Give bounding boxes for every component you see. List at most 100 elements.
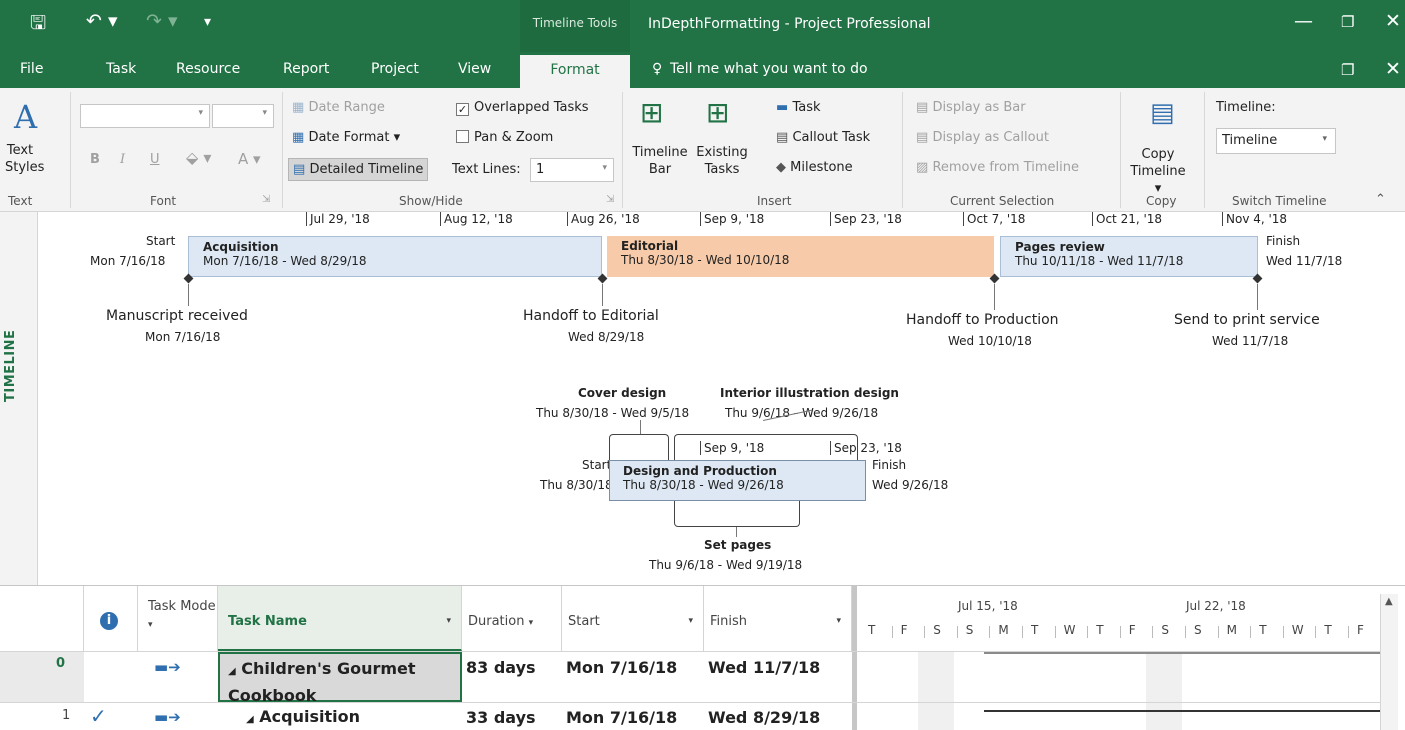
tell-me-box[interactable]: Tell me what you want to do [670,61,868,77]
existing-tasks-button[interactable]: Existing Tasks [694,144,750,178]
finish-cell[interactable]: Wed 8/29/18 [708,708,820,727]
callout-bracket-cover [609,434,669,460]
milestone-diamond-icon[interactable] [989,273,1000,284]
timeline-bar-icon[interactable]: ⊞ [640,96,663,129]
restore-window-icon[interactable]: ❐ [1341,61,1354,79]
show-hide-launcher-icon[interactable]: ⇲ [606,194,614,205]
task-name-cell-selected[interactable]: ◢ Children's Gourmet Cookbook [218,652,462,705]
insert-task-button[interactable]: ▬ Task [776,100,821,115]
gantt-day-label: S [965,623,974,637]
ribbon: A Text Styles Text ▾ ▾ B I U ⬙ ▾ A ▾ Fon… [0,88,1405,212]
tab-view[interactable]: View [458,61,491,77]
scale-tick: Oct 21, '18 [1092,212,1162,226]
callout-bracket-set-pages [674,501,800,527]
duration-header[interactable]: Duration ▾ [462,586,562,651]
title-bar: 🖫 ↶ ▾ ↷ ▾ ▾ Timeline Tools InDepthFormat… [0,0,1405,52]
callout-task-button[interactable]: ▤ Callout Task [776,130,870,145]
timeline-bar-button[interactable]: Timeline Bar [628,144,692,178]
customize-qat-icon[interactable]: ▾ [204,14,211,30]
group-label-switch-timeline: Switch Timeline [1232,194,1327,208]
pan-zoom-checkbox[interactable]: Pan & Zoom [456,130,553,145]
row-id[interactable]: 1 [62,708,70,723]
tab-project[interactable]: Project [371,61,419,77]
italic-button[interactable]: I [120,152,125,167]
gantt-day-label: W [1063,623,1076,637]
close-window-icon[interactable]: ✕ [1385,58,1401,80]
checkmark-icon: ✓ [456,103,469,116]
task-mode-header[interactable]: Task Mode ▾ [138,586,218,651]
row-header-corner[interactable] [0,586,84,651]
task-name-cell[interactable]: ◢ Acquisition [246,707,360,726]
font-launcher-icon[interactable]: ⇲ [262,194,270,205]
gantt-day-label: T [868,623,876,637]
font-size-box[interactable]: ▾ [212,104,274,128]
milestone-diamond-icon[interactable] [597,273,608,284]
scale-tick: Jul 29, '18 [306,212,370,226]
sub-start-date: Thu 8/30/18 [540,478,613,492]
display-as-callout-button[interactable]: ▤ Display as Callout [916,130,1049,145]
save-icon[interactable]: 🖫 [30,9,46,41]
timeline-pane[interactable]: TIMELINE Jul 29, '18 Aug 12, '18 Aug 26,… [0,212,1405,585]
undo-icon[interactable]: ↶ ▾ [86,10,118,32]
group-label-font: Font [150,194,177,208]
finish-cell[interactable]: Wed 11/7/18 [708,658,820,677]
copy-timeline-icon[interactable]: ▤ [1150,98,1175,128]
gantt-day-label: M [1226,623,1237,637]
gantt-week-label: Jul 22, '18 [1186,599,1246,613]
redo-icon[interactable]: ↷ ▾ [146,10,178,32]
restore-icon[interactable]: ❐ [1341,13,1354,31]
sub-finish-date: Wed 9/26/18 [872,478,949,492]
date-range-button[interactable]: ▦ Date Range [292,100,385,115]
tab-task[interactable]: Task [106,61,136,77]
text-styles-button[interactable]: Text Styles [5,142,44,176]
vertical-scrollbar[interactable]: ▲ [1380,594,1398,730]
display-as-bar-button[interactable]: ▤ Display as Bar [916,100,1026,115]
close-icon[interactable]: ✕ [1385,10,1401,32]
timeline-bar-pages-review[interactable]: Pages review Thu 10/11/18 - Wed 11/7/18 [1000,236,1258,277]
existing-tasks-icon[interactable]: ⊞ [706,96,729,129]
tab-file[interactable]: File [20,61,43,77]
collapse-ribbon-icon[interactable]: ⌃ [1375,192,1386,207]
tell-me-icon[interactable]: ♀ [652,61,662,77]
duration-cell[interactable]: 33 days [466,708,536,727]
duration-cell[interactable]: 83 days [466,658,536,677]
timeline-bar-editorial[interactable]: Editorial Thu 8/30/18 - Wed 10/10/18 [607,236,994,277]
tab-format[interactable]: Format [520,55,630,88]
timeline-switch-select[interactable]: Timeline ▾ [1216,128,1336,154]
minimize-icon[interactable]: — [1294,10,1313,32]
callout-dates: Thu 8/30/18 - Wed 9/5/18 [536,406,690,420]
overlapped-tasks-checkbox[interactable]: ✓ Overlapped Tasks [456,100,589,116]
date-format-button[interactable]: ▦ Date Format ▾ [292,130,400,145]
callout-dates: Thu 9/6/18 - Wed 9/19/18 [649,558,803,572]
timeline-bar-design-production[interactable]: Design and Production Thu 8/30/18 - Wed 9… [609,460,866,501]
start-cell[interactable]: Mon 7/16/18 [566,658,677,677]
milestone-diamond-icon[interactable] [1252,273,1263,284]
scale-tick: Nov 4, '18 [1222,212,1287,226]
sub-start-label: Start [582,458,612,472]
timeline-bar-acquisition[interactable]: Acquisition Mon 7/16/18 - Wed 8/29/18 [188,236,602,277]
copy-timeline-button[interactable]: Copy Timeline ▾ [1130,146,1186,197]
start-header[interactable]: Start ▾ [562,586,704,651]
font-name-box[interactable]: ▾ [80,104,210,128]
detailed-timeline-button[interactable]: ▤ Detailed Timeline [288,158,429,181]
scale-tick: Aug 12, '18 [440,212,513,226]
text-lines-select[interactable]: 1 ▾ [530,158,614,182]
tab-report[interactable]: Report [283,61,329,77]
tab-resource[interactable]: Resource [176,61,240,77]
task-name-header[interactable]: Task Name ▾ [218,586,462,651]
font-color-button[interactable]: A ▾ [238,150,261,168]
menu-bar: File Task Resource Report Project View F… [0,52,1405,88]
scroll-up-icon[interactable]: ▲ [1385,596,1393,607]
bold-button[interactable]: B [90,152,100,167]
text-styles-icon[interactable]: A [14,98,37,136]
indicators-header[interactable]: i [84,586,138,651]
gantt-day-label: T [1259,623,1267,637]
task-mode-auto-icon: ▬➔ [154,658,181,676]
finish-header[interactable]: Finish ▾ [704,586,852,651]
group-label-show-hide: Show/Hide [399,194,463,208]
start-cell[interactable]: Mon 7/16/18 [566,708,677,727]
milestone-button[interactable]: ◆ Milestone [776,160,853,175]
fill-color-icon[interactable]: ⬙ ▾ [186,148,211,167]
remove-from-timeline-button[interactable]: ▨ Remove from Timeline [916,160,1079,175]
underline-button[interactable]: U [150,152,160,167]
